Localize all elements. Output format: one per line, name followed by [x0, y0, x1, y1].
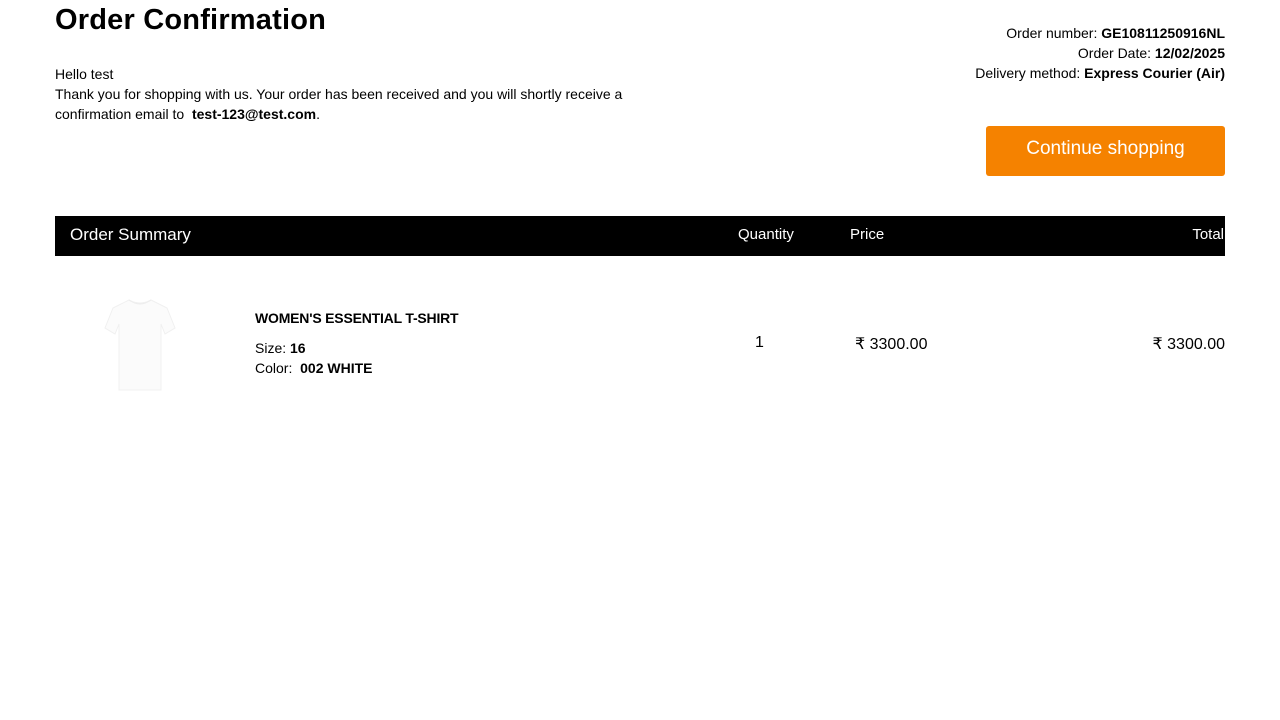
order-item-row: WOMEN'S ESSENTIAL T-SHIRT Size: 16 Color…: [55, 256, 1225, 406]
column-header-price: Price: [850, 226, 885, 243]
continue-shopping-button[interactable]: Continue shopping: [986, 126, 1225, 176]
tshirt-icon: [104, 299, 176, 391]
size-value: 16: [290, 340, 306, 356]
page-title: Order Confirmation: [55, 4, 327, 36]
column-header-total: Total: [1192, 226, 1224, 243]
order-number-line: Order number: GE10811250916NL: [975, 23, 1225, 43]
product-name[interactable]: WOMEN'S ESSENTIAL T-SHIRT: [255, 310, 459, 326]
size-label: Size:: [255, 340, 287, 356]
greeting-suffix: .: [316, 106, 320, 122]
item-total: ₹ 3300.00: [1152, 336, 1225, 353]
item-quantity: 1: [755, 334, 764, 351]
order-number-label: Order number:: [1006, 25, 1098, 41]
color-label: Color:: [255, 360, 293, 376]
delivery-method-line: Delivery method: Express Courier (Air): [975, 63, 1225, 83]
delivery-method-label: Delivery method:: [975, 65, 1081, 81]
order-date-value: 12/02/2025: [1154, 45, 1225, 61]
order-meta: Order number: GE10811250916NL Order Date…: [975, 23, 1225, 83]
item-price: ₹ 3300.00: [855, 336, 928, 353]
order-summary-title: Order Summary: [70, 225, 191, 244]
greeting-hello: Hello test: [55, 66, 114, 82]
confirmation-email: test-123@test.com: [191, 106, 317, 122]
greeting-message: Thank you for shopping with us. Your ord…: [55, 86, 623, 122]
greeting-block: Hello test Thank you for shopping with u…: [55, 64, 695, 124]
order-confirmation-page: Order Confirmation Hello test Thank you …: [0, 0, 1280, 720]
order-summary-header: Order Summary Quantity Price Total: [55, 216, 1225, 256]
product-size: Size: 16: [255, 340, 306, 356]
order-number-value: GE10811250916NL: [1101, 25, 1225, 41]
product-image[interactable]: [95, 294, 185, 394]
order-date-label: Order Date:: [1077, 45, 1152, 61]
order-date-line: Order Date: 12/02/2025: [975, 43, 1225, 63]
delivery-method-value: Express Courier (Air): [1084, 65, 1225, 81]
product-color: Color: 002 WHITE: [255, 360, 373, 376]
column-header-quantity: Quantity: [738, 226, 794, 243]
color-value: 002 WHITE: [300, 360, 373, 376]
greeting-message-line: Thank you for shopping with us. Your ord…: [55, 84, 695, 124]
